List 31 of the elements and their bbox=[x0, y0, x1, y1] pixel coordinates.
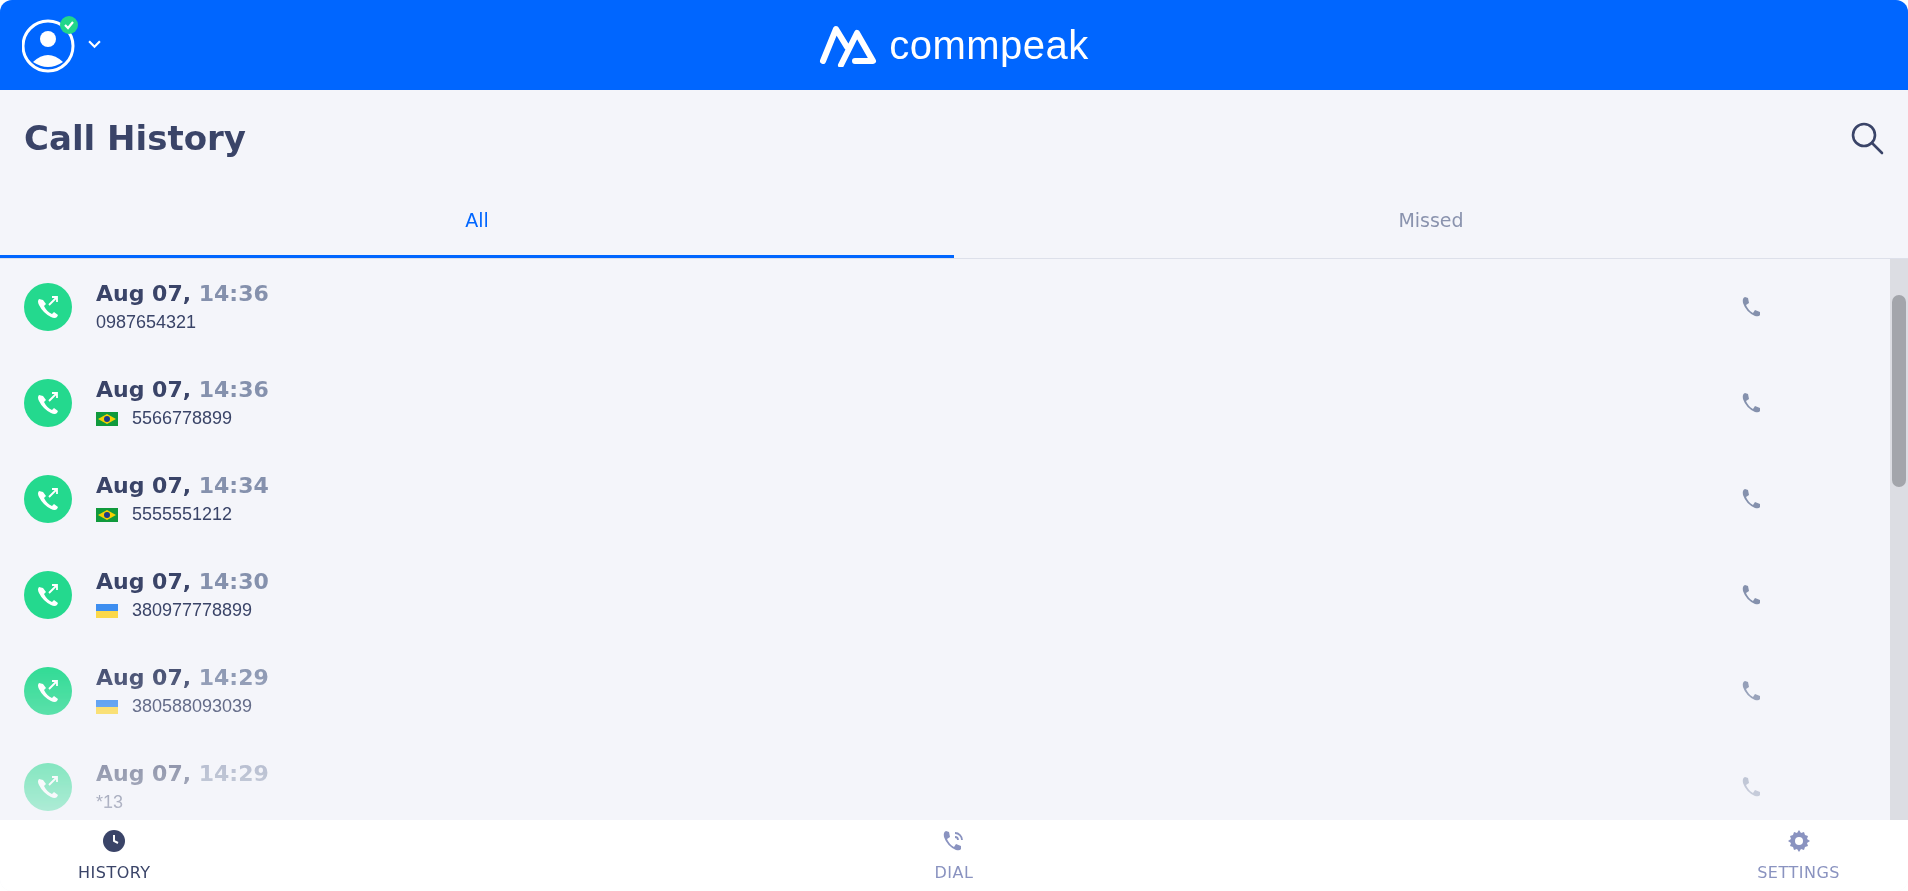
outgoing-call-icon bbox=[24, 763, 72, 811]
clock-icon bbox=[102, 829, 127, 853]
call-datetime: Aug 07, 14:29 bbox=[96, 665, 270, 690]
call-datetime: Aug 07, 14:34 bbox=[96, 473, 270, 498]
outgoing-call-icon bbox=[24, 475, 72, 523]
logo-text: commpeak bbox=[889, 22, 1089, 68]
phone-number: 380588093039 bbox=[132, 696, 253, 717]
phone-number: *13 bbox=[96, 792, 124, 813]
outgoing-call-icon bbox=[24, 571, 72, 619]
phone-number: 5555551212 bbox=[132, 504, 233, 525]
outgoing-call-icon bbox=[24, 379, 72, 427]
nav-item[interactable]: SETTINGS bbox=[1751, 820, 1846, 891]
outgoing-call-icon bbox=[24, 667, 72, 715]
call-datetime: Aug 07, 14:36 bbox=[96, 377, 270, 402]
scrollbar-thumb[interactable] bbox=[1892, 295, 1906, 487]
settings-icon bbox=[1786, 829, 1811, 853]
nav-item[interactable]: DIAL bbox=[928, 820, 980, 891]
phone-number: 380977778899 bbox=[132, 600, 253, 621]
page-title: Call History bbox=[24, 117, 246, 158]
search-icon[interactable] bbox=[1850, 120, 1884, 155]
caret-icon[interactable] bbox=[88, 39, 101, 49]
phone-number: 0987654321 bbox=[96, 312, 197, 333]
phone-number: 5566778899 bbox=[132, 408, 233, 429]
call-datetime: Aug 07, 14:29 bbox=[96, 761, 270, 786]
call-datetime: Aug 07, 14:36 bbox=[96, 281, 270, 306]
outgoing-call-icon bbox=[24, 283, 72, 331]
phone-icon bbox=[941, 829, 966, 853]
call-datetime: Aug 07, 14:30 bbox=[96, 569, 270, 594]
nav-item[interactable]: HISTORY bbox=[72, 820, 157, 891]
tab[interactable]: All bbox=[0, 185, 954, 258]
tab[interactable]: Missed bbox=[954, 185, 1908, 258]
